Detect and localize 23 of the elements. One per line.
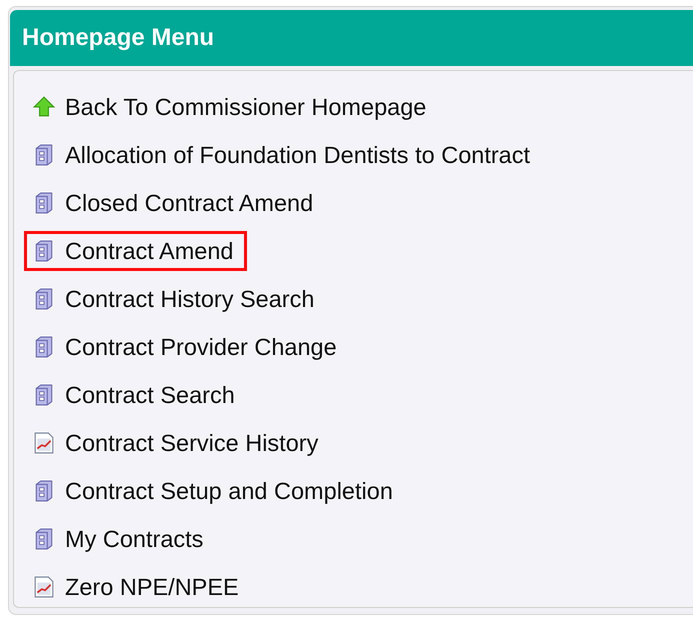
cabinet-icon xyxy=(33,384,55,406)
cabinet-icon xyxy=(33,528,55,550)
cabinet-icon xyxy=(33,240,55,262)
chart-document-icon xyxy=(33,432,55,454)
cabinet-icon xyxy=(33,336,55,358)
menu-item[interactable]: Allocation of Foundation Dentists to Contract xyxy=(24,135,544,175)
menu-item[interactable]: Back To Commissioner Homepage xyxy=(24,87,440,127)
menu-item[interactable]: Contract Provider Change xyxy=(24,327,350,367)
menu-item[interactable]: Contract Amend xyxy=(24,231,247,271)
cabinet-icon xyxy=(33,192,55,214)
up-arrow-icon xyxy=(33,96,55,118)
menu-item[interactable]: Contract History Search xyxy=(24,279,328,319)
panel-title: Homepage Menu xyxy=(22,24,214,52)
menu-item[interactable]: My Contracts xyxy=(24,519,216,559)
cabinet-icon xyxy=(33,480,55,502)
cabinet-icon xyxy=(33,144,55,166)
chart-document-icon xyxy=(33,576,55,598)
cabinet-icon xyxy=(33,288,55,310)
menu-item[interactable]: Zero NPE/NPEE xyxy=(24,567,252,607)
menu-item[interactable]: Closed Contract Amend xyxy=(24,183,326,223)
menu-item[interactable]: Contract Setup and Completion xyxy=(24,471,406,511)
menu-item[interactable]: Contract Search xyxy=(24,375,248,415)
menu-item[interactable]: Contract Service History xyxy=(24,423,332,463)
